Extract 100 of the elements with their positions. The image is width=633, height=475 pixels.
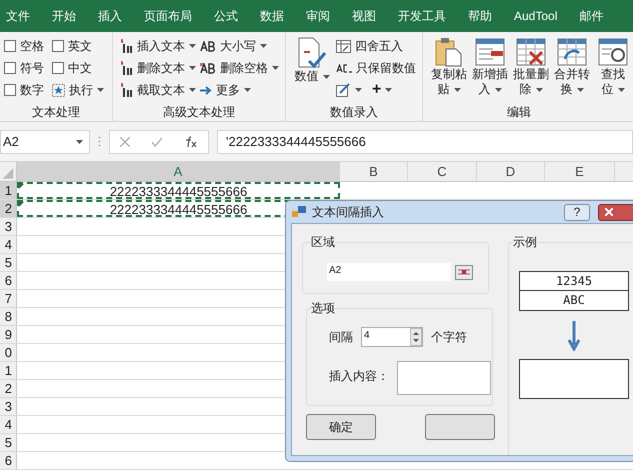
arrow-icon (200, 86, 212, 94)
checkbox-label: 中文 (68, 60, 92, 77)
down-arrow-icon (568, 321, 580, 351)
range-picker-icon[interactable] (455, 264, 473, 280)
error-indicator-icon (19, 202, 24, 207)
row-header[interactable]: 5 (0, 434, 17, 451)
close-button[interactable] (598, 204, 633, 220)
caret-icon (536, 88, 542, 92)
row-header[interactable]: 3 (0, 218, 17, 235)
row-header[interactable]: 6 (0, 272, 17, 289)
row-header[interactable]: 7 (0, 290, 17, 307)
caret-icon (385, 88, 392, 92)
row-header[interactable]: 9 (0, 326, 17, 343)
row-header[interactable]: 2 (0, 380, 17, 397)
function-icon[interactable] (184, 136, 198, 148)
row-header[interactable]: 1 (0, 182, 17, 199)
column-header[interactable]: A (17, 162, 340, 181)
ribbon-large-button[interactable]: 新增插 入 (470, 37, 510, 103)
checkbox[interactable] (52, 62, 64, 74)
clipboard-icon (434, 37, 464, 67)
checkbox-label: 数字 (20, 82, 44, 99)
caret-icon (272, 66, 279, 70)
interval-spinner[interactable]: 4 (361, 327, 423, 347)
checkbox[interactable] (4, 40, 16, 52)
checkbox[interactable] (4, 62, 16, 74)
dialog-button[interactable]: 确定 (306, 414, 376, 440)
name-box[interactable]: A2 (0, 130, 90, 154)
row-header[interactable]: 8 (0, 308, 17, 325)
app-icon (292, 206, 306, 218)
caret-icon (97, 88, 104, 92)
ribbon-large-button[interactable]: 合并转 换 (552, 37, 592, 103)
column-header[interactable]: E (545, 162, 615, 181)
ribbon-large-button[interactable]: 数值 (292, 37, 332, 84)
interval-label: 间隔 (329, 329, 353, 346)
row-header[interactable]: 4 (0, 236, 17, 253)
ribbon-tab[interactable]: 开始 (52, 7, 76, 25)
check-icon[interactable] (150, 136, 163, 146)
ribbon-tab[interactable]: 文件 (6, 7, 30, 25)
edit-icon (336, 83, 351, 97)
checkbox-label: 英文 (68, 38, 92, 55)
caret-icon (244, 88, 251, 92)
ribbon-button[interactable]: 插入文本 (121, 35, 196, 57)
ribbon-large-button[interactable]: 批量删 除 (511, 37, 551, 103)
letters-icon (336, 64, 352, 72)
formula-field[interactable]: '2222333344445555666 (217, 130, 633, 154)
column-header[interactable]: C (408, 162, 477, 181)
range-field[interactable]: A2 (327, 263, 451, 281)
column-header[interactable]: D (477, 162, 545, 181)
ribbon-tab[interactable]: 审阅 (306, 7, 330, 25)
ribbon-large-button[interactable]: 复制粘 贴 (429, 37, 469, 103)
help-button[interactable]: ? (564, 204, 590, 220)
group-label: 文本处理 (31, 104, 81, 121)
row-header[interactable]: 1 (0, 362, 17, 379)
ribbon-button[interactable]: 四舍五入 (336, 35, 416, 57)
insert-field[interactable] (397, 361, 491, 395)
ribbon-button[interactable]: 只保留数值 (336, 57, 416, 79)
caret-icon (322, 74, 330, 78)
insert-label: 插入内容： (329, 368, 389, 385)
ribbon-large-button[interactable]: 查找 位 (593, 37, 633, 103)
caret-icon (189, 88, 196, 92)
search-icon (598, 37, 628, 67)
row-header[interactable]: 4 (0, 416, 17, 433)
row-header[interactable]: 5 (0, 254, 17, 271)
row-header[interactable]: 0 (0, 344, 17, 361)
error-indicator-icon (19, 184, 24, 189)
ribbon-tab[interactable]: 数据 (260, 7, 284, 25)
ribbon-tab[interactable]: 视图 (352, 7, 376, 25)
checkbox[interactable] (52, 40, 64, 52)
row-header[interactable]: 3 (0, 398, 17, 415)
ribbon-tab[interactable]: 开发工具 (398, 7, 446, 25)
table-cell[interactable]: 2222333344445555666 (17, 182, 340, 199)
ribbon-button[interactable]: 大小写 (200, 35, 279, 57)
checkbox-label: 符号 (20, 60, 44, 77)
caret-icon (494, 88, 502, 92)
ribbon-tab[interactable]: AudTool (514, 7, 558, 25)
row-header[interactable]: 2 (0, 200, 17, 217)
ribbon-tab[interactable]: 邮件 (579, 7, 604, 25)
spin-arrows-icon[interactable] (410, 328, 422, 346)
ribbon-tab[interactable]: 帮助 (468, 7, 492, 25)
caret-icon (260, 44, 267, 48)
unit-label: 个字符 (431, 329, 467, 346)
ribbon-button[interactable]: 截取文本 (121, 79, 196, 101)
ribbon-button[interactable]: + (372, 79, 392, 101)
ribbon-button[interactable]: 执行 (52, 79, 104, 101)
ribbon-tab[interactable]: 公式 (214, 7, 238, 25)
caret-icon (576, 88, 584, 92)
ribbon-button[interactable]: 删除空格 (200, 57, 279, 79)
example-text: ABC (519, 291, 629, 311)
ribbon-button[interactable]: 更多 (200, 79, 279, 101)
ribbon-button[interactable]: 删除文本 (121, 57, 196, 79)
grid-delete-icon (516, 37, 546, 67)
checkbox[interactable] (4, 84, 16, 96)
caret-icon (76, 140, 83, 144)
ribbon-tab[interactable]: 页面布局 (144, 7, 192, 25)
group-label: 选项 (311, 299, 335, 317)
row-header[interactable]: 6 (0, 452, 17, 469)
dialog-button[interactable] (425, 414, 495, 440)
ribbon-tab[interactable]: 插入 (98, 7, 122, 25)
column-header[interactable]: B (340, 162, 408, 181)
letters-icon (200, 62, 216, 74)
